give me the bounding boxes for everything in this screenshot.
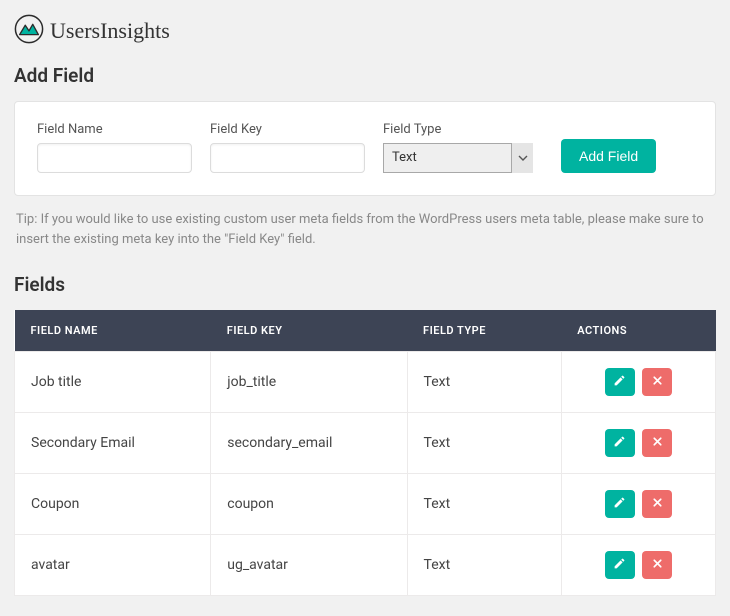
field-type-label: Field Type bbox=[383, 122, 533, 137]
tip-text: Tip: If you would like to use existing c… bbox=[16, 210, 714, 249]
close-icon bbox=[651, 496, 664, 512]
fields-heading: Fields bbox=[14, 273, 716, 296]
cell-field-type: Text bbox=[407, 535, 561, 596]
brand-name: UsersInsights bbox=[50, 18, 170, 44]
cell-actions bbox=[561, 352, 715, 413]
pencil-icon bbox=[613, 435, 626, 451]
table-row: Secondary Email secondary_email Text bbox=[15, 413, 716, 474]
close-icon bbox=[651, 557, 664, 573]
delete-button[interactable] bbox=[642, 429, 672, 457]
th-field-name: FIELD NAME bbox=[15, 310, 211, 352]
field-key-label: Field Key bbox=[210, 122, 365, 137]
cell-field-type: Text bbox=[407, 352, 561, 413]
delete-button[interactable] bbox=[642, 368, 672, 396]
pencil-icon bbox=[613, 557, 626, 573]
field-name-input[interactable] bbox=[37, 143, 192, 173]
cell-field-name: Coupon bbox=[15, 474, 211, 535]
field-name-group: Field Name bbox=[37, 122, 192, 173]
edit-button[interactable] bbox=[605, 490, 635, 518]
cell-field-key: coupon bbox=[211, 474, 407, 535]
cell-field-type: Text bbox=[407, 474, 561, 535]
submit-group: Add Field bbox=[561, 139, 656, 173]
pencil-icon bbox=[613, 374, 626, 390]
chevron-down-icon bbox=[511, 143, 533, 173]
th-actions: ACTIONS bbox=[561, 310, 715, 352]
add-field-heading: Add Field bbox=[14, 64, 716, 87]
close-icon bbox=[651, 435, 664, 451]
add-field-button[interactable]: Add Field bbox=[561, 139, 656, 173]
cell-actions bbox=[561, 535, 715, 596]
th-field-type: FIELD TYPE bbox=[407, 310, 561, 352]
th-field-key: FIELD KEY bbox=[211, 310, 407, 352]
field-name-label: Field Name bbox=[37, 122, 192, 137]
edit-button[interactable] bbox=[605, 368, 635, 396]
cell-field-key: secondary_email bbox=[211, 413, 407, 474]
logo-icon bbox=[14, 14, 44, 48]
edit-button[interactable] bbox=[605, 429, 635, 457]
cell-field-name: avatar bbox=[15, 535, 211, 596]
table-row: Coupon coupon Text bbox=[15, 474, 716, 535]
table-row: avatar ug_avatar Text bbox=[15, 535, 716, 596]
field-type-group: Field Type Text bbox=[383, 122, 533, 173]
field-key-group: Field Key bbox=[210, 122, 365, 173]
close-icon bbox=[651, 374, 664, 390]
field-key-input[interactable] bbox=[210, 143, 365, 173]
add-field-form: Field Name Field Key Field Type Text Add… bbox=[37, 122, 693, 173]
cell-field-name: Job title bbox=[15, 352, 211, 413]
brand-header: UsersInsights bbox=[14, 14, 716, 48]
cell-field-name: Secondary Email bbox=[15, 413, 211, 474]
delete-button[interactable] bbox=[642, 490, 672, 518]
field-type-select[interactable]: Text bbox=[383, 143, 533, 173]
fields-table: FIELD NAME FIELD KEY FIELD TYPE ACTIONS … bbox=[14, 310, 716, 596]
table-row: Job title job_title Text bbox=[15, 352, 716, 413]
pencil-icon bbox=[613, 496, 626, 512]
add-field-card: Field Name Field Key Field Type Text Add… bbox=[14, 101, 716, 196]
table-header-row: FIELD NAME FIELD KEY FIELD TYPE ACTIONS bbox=[15, 310, 716, 352]
cell-field-key: ug_avatar bbox=[211, 535, 407, 596]
delete-button[interactable] bbox=[642, 551, 672, 579]
cell-actions bbox=[561, 474, 715, 535]
cell-actions bbox=[561, 413, 715, 474]
cell-field-key: job_title bbox=[211, 352, 407, 413]
cell-field-type: Text bbox=[407, 413, 561, 474]
edit-button[interactable] bbox=[605, 551, 635, 579]
